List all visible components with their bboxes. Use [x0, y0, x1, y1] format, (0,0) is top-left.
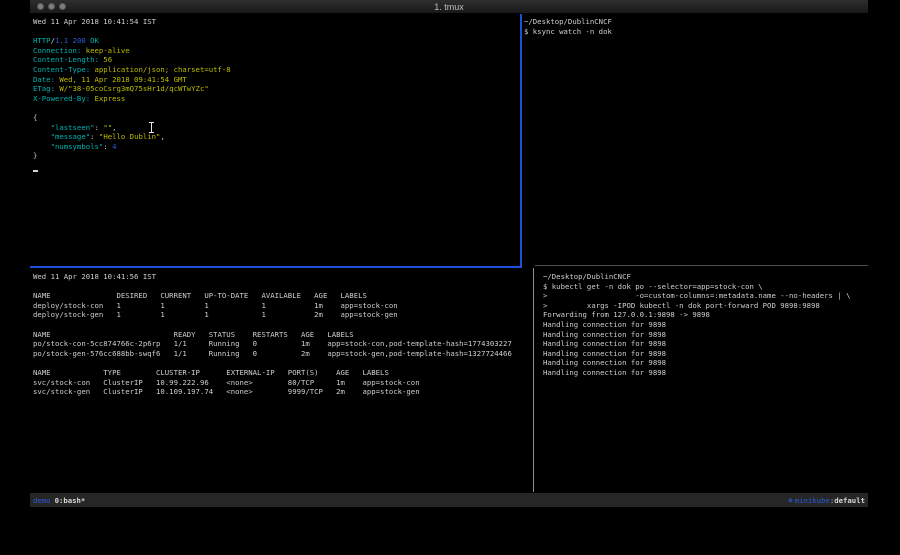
terminal-line: { — [33, 113, 517, 123]
pane-divider-horizontal-inactive[interactable] — [535, 265, 868, 266]
kube-context: minikube — [795, 496, 830, 505]
terminal-line: po/stock-gen-576cc688bb-swqf6 1/1 Runnin… — [33, 349, 529, 359]
terminal-line — [33, 282, 529, 292]
terminal-line: ETag: W/"38-05coCsrg3mQ75sHr1d/qcWTwYZc" — [33, 84, 517, 94]
terminal-line: "numsymbols": 4 — [33, 142, 517, 152]
terminal-line: Wed 11 Apr 2018 10:41:54 IST — [33, 17, 517, 27]
window-titlebar[interactable]: 1. tmux — [30, 0, 868, 14]
terminal-line — [33, 103, 517, 113]
terminal-line: NAME DESIRED CURRENT UP-TO-DATE AVAILABL… — [33, 291, 529, 301]
terminal-line — [33, 320, 529, 330]
terminal-line: Handling connection for 9898 — [543, 358, 865, 368]
terminal-line: "lastseen": "", — [33, 123, 517, 133]
terminal-line — [33, 358, 529, 368]
terminal-line: X-Powered-By: Express — [33, 94, 517, 104]
kube-namespace: default — [834, 496, 865, 505]
terminal-line: > -o=custom-columns=:metadata.name --no-… — [543, 291, 865, 301]
terminal-line: Connection: keep-alive — [33, 46, 517, 56]
pane-kubectl-resources[interactable]: Wed 11 Apr 2018 10:41:56 IST NAME DESIRED… — [33, 272, 529, 488]
kubernetes-icon: ☸ — [788, 496, 792, 505]
terminal-line: $ ksync watch -n dok — [524, 27, 864, 37]
terminal-line: Content-Type: application/json; charset=… — [33, 65, 517, 75]
terminal-line: Forwarding from 127.0.0.1:9898 -> 9898 — [543, 310, 865, 320]
tmux-status-right: ☸ minikube : default — [788, 496, 865, 505]
zoom-button[interactable] — [59, 3, 66, 10]
terminal-line: NAME TYPE CLUSTER-IP EXTERNAL-IP PORT(S)… — [33, 368, 529, 378]
terminal-line: Handling connection for 9898 — [543, 330, 865, 340]
minimize-button[interactable] — [48, 3, 55, 10]
pane-divider-horizontal-active[interactable] — [30, 266, 522, 268]
pane-divider-vertical-inactive[interactable] — [533, 268, 534, 492]
terminal-line: svc/stock-gen ClusterIP 10.109.197.74 <n… — [33, 387, 529, 397]
tmux-status-bar: demo 0:bash* ☸ minikube : default — [30, 493, 868, 507]
tmux-session-name: demo — [33, 496, 51, 505]
terminal-line — [33, 27, 517, 37]
terminal-line: $ kubectl get -n dok po --selector=app=s… — [543, 282, 865, 292]
terminal-window: 1. tmux Wed 11 Apr 2018 10:41:54 IST HTTP… — [30, 0, 868, 507]
terminal-line: Handling connection for 9898 — [543, 349, 865, 359]
terminal-line: NAME READY STATUS RESTARTS AGE LABELS — [33, 330, 529, 340]
mouse-cursor-ibeam — [149, 122, 154, 133]
tmux-window-tab[interactable]: 0:bash* — [55, 496, 86, 505]
window-title: 1. tmux — [30, 2, 868, 12]
tmux-status-left: demo 0:bash* — [33, 496, 85, 505]
traffic-lights — [37, 3, 66, 10]
terminal-line: Handling connection for 9898 — [543, 368, 865, 378]
terminal-line: svc/stock-con ClusterIP 10.99.222.96 <no… — [33, 378, 529, 388]
terminal-line: Handling connection for 9898 — [543, 339, 865, 349]
terminal-line: ~/Desktop/DublinCNCF — [524, 17, 864, 27]
desktop-background: 1. tmux Wed 11 Apr 2018 10:41:54 IST HTTP… — [0, 0, 900, 555]
terminal-cursor — [33, 170, 38, 172]
terminal-line: Content-Length: 56 — [33, 55, 517, 65]
pane-port-forward[interactable]: ~/Desktop/DublinCNCF$ kubectl get -n dok… — [543, 272, 865, 488]
pane-http-response[interactable]: Wed 11 Apr 2018 10:41:54 IST HTTP/1.1 200… — [33, 17, 517, 263]
terminal-line: Wed 11 Apr 2018 10:41:56 IST — [33, 272, 529, 282]
close-button[interactable] — [37, 3, 44, 10]
terminal-line: Handling connection for 9898 — [543, 320, 865, 330]
terminal-line: po/stock-con-5cc874766c-2p6rp 1/1 Runnin… — [33, 339, 529, 349]
pane-ksync-watch[interactable]: ~/Desktop/DublinCNCF$ ksync watch -n dok — [524, 17, 864, 263]
terminal-line: HTTP/1.1 200 OK — [33, 36, 517, 46]
terminal-line: > xargs -IPOD kubectl -n dok port-forwar… — [543, 301, 865, 311]
terminal-line: } — [33, 151, 517, 161]
terminal-line: deploy/stock-con 1 1 1 1 1m app=stock-co… — [33, 301, 529, 311]
terminal-line: Date: Wed, 11 Apr 2018 09:41:54 GMT — [33, 75, 517, 85]
terminal-line: "message": "Hello Dublin", — [33, 132, 517, 142]
terminal-line: deploy/stock-gen 1 1 1 1 2m app=stock-ge… — [33, 310, 529, 320]
terminal-line: ~/Desktop/DublinCNCF — [543, 272, 865, 282]
pane-divider-vertical-active[interactable] — [520, 14, 522, 268]
